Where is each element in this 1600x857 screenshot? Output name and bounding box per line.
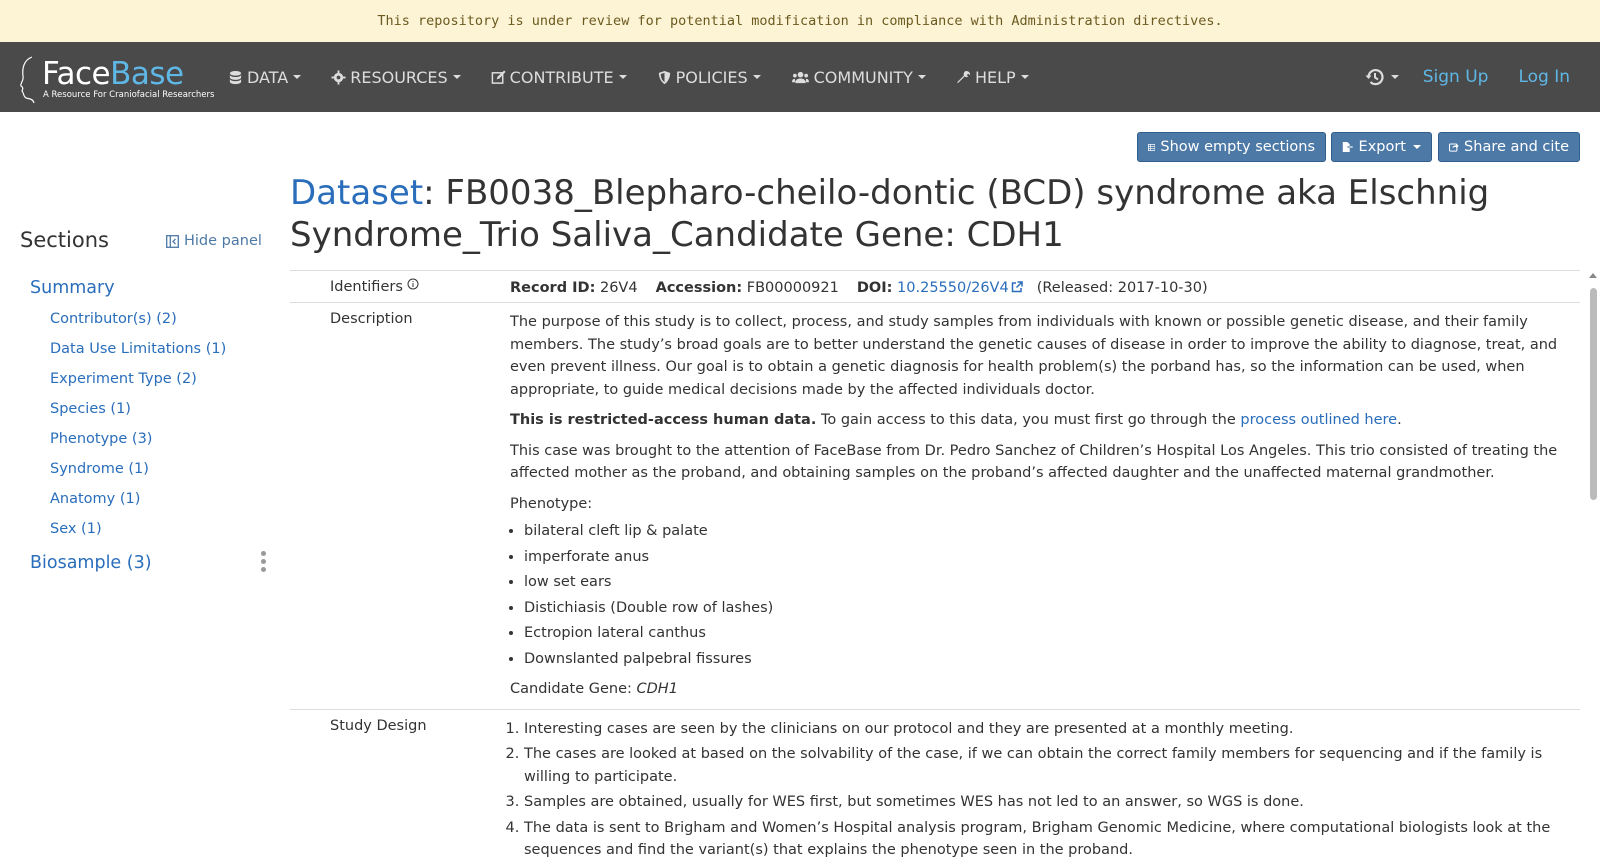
signup-link[interactable]: Sign Up — [1423, 67, 1489, 87]
table-icon — [1148, 143, 1156, 151]
record-table: Identifiers Record ID: 26V4 Accession: FB… — [290, 270, 1580, 857]
face-profile-icon — [20, 56, 35, 104]
nav-help[interactable]: HELP — [956, 68, 1029, 87]
list-item: The data is sent to Brigham and Women’s … — [524, 817, 1560, 857]
wrench-icon — [957, 70, 971, 83]
list-item: Samples are obtained, usually for WES fi… — [524, 791, 1560, 814]
nav-right: Sign Up Log In — [1364, 42, 1600, 112]
nav-policies[interactable]: POLICIES — [657, 68, 761, 87]
facebase-logo[interactable]: FaceBase A Resource For Craniofacial Res… — [18, 56, 214, 104]
show-empty-sections-button[interactable]: Show empty sections — [1137, 132, 1326, 162]
external-link-icon — [1011, 281, 1023, 293]
toc-anatomy[interactable]: Anatomy (1) — [50, 491, 140, 507]
nav-community[interactable]: COMMUNITY — [791, 68, 926, 87]
toc-sex[interactable]: Sex (1) — [50, 521, 102, 537]
top-navbar: FaceBase A Resource For Craniofacial Res… — [0, 42, 1600, 112]
share-cite-button[interactable]: Share and cite — [1438, 132, 1580, 162]
list-item: Downslanted palpebral fissures — [524, 647, 1560, 673]
toc-species[interactable]: Species (1) — [50, 401, 131, 417]
study-steps-list: Interesting cases are seen by the clinic… — [524, 718, 1560, 857]
phenotype-label: Phenotype: — [510, 495, 593, 512]
main-menu: DATA RESOURCES CONTRIBUTE POLICIES COMMU… — [228, 42, 1059, 112]
case-paragraph: This case was brought to the attention o… — [510, 442, 1558, 482]
study-design-value: Interesting cases are seen by the clinic… — [510, 710, 1580, 857]
edit-icon — [491, 69, 506, 84]
page-title: Dataset: FB0038_Blepharo-cheilo-dontic (… — [290, 173, 1490, 255]
description-row: Description The purpose of this study is… — [290, 303, 1580, 710]
panel-icon — [166, 234, 179, 248]
list-item: low set ears — [524, 570, 1560, 596]
share-icon — [1449, 143, 1459, 152]
toc-experiment-type[interactable]: Experiment Type (2) — [50, 371, 197, 387]
list-item: bilateral cleft lip & palate — [524, 519, 1560, 545]
login-link[interactable]: Log In — [1518, 67, 1570, 87]
list-item: imperforate anus — [524, 545, 1560, 571]
scroll-up-arrow[interactable] — [1589, 273, 1597, 278]
study-design-label: Study Design — [330, 717, 427, 734]
nav-contribute[interactable]: CONTRIBUTE — [491, 68, 627, 87]
nav-resources[interactable]: RESOURCES — [331, 68, 461, 87]
description-paragraph: The purpose of this study is to collect,… — [510, 314, 1558, 398]
toc-summary[interactable]: Summary — [30, 278, 115, 298]
file-export-icon — [1342, 142, 1354, 152]
users-icon — [791, 71, 809, 83]
identifiers-label: Identifiers — [330, 278, 419, 295]
database-icon — [229, 70, 242, 84]
description-label: Description — [330, 311, 413, 327]
main-content: Dataset: FB0038_Blepharo-cheilo-dontic (… — [290, 172, 1580, 256]
cog-icon — [331, 69, 346, 85]
info-icon[interactable] — [407, 278, 419, 290]
brand-tagline: A Resource For Craniofacial Researchers — [43, 90, 215, 100]
toc-biosample[interactable]: Biosample (3) — [30, 553, 152, 573]
export-dropdown-button[interactable]: Export — [1331, 132, 1432, 162]
description-value: The purpose of this study is to collect,… — [510, 303, 1580, 709]
sections-title: Sections — [20, 228, 109, 252]
history-dropdown[interactable] — [1364, 66, 1399, 88]
list-item: Ectropion lateral canthus — [524, 621, 1560, 647]
shield-icon — [658, 70, 670, 84]
access-note: This is restricted-access human data. To… — [510, 412, 1402, 428]
toc-contributors[interactable]: Contributor(s) (2) — [50, 311, 177, 327]
scroll-thumb[interactable] — [1590, 288, 1597, 500]
review-banner: This repository is under review for pote… — [0, 0, 1600, 42]
nav-data[interactable]: DATA — [228, 68, 302, 87]
history-icon — [1365, 69, 1384, 86]
list-item: The cases are looked at based on the sol… — [524, 743, 1560, 788]
hide-panel-button[interactable]: Hide panel — [166, 233, 262, 249]
phenotype-list: bilateral cleft lip & palate imperforate… — [524, 519, 1560, 672]
dataset-link[interactable]: Dataset — [290, 173, 423, 213]
candidate-gene: Candidate Gene: CDH1 — [510, 681, 678, 697]
toc-syndrome[interactable]: Syndrome (1) — [50, 461, 149, 477]
study-design-row: Study Design Interesting cases are seen … — [290, 710, 1580, 857]
toc-phenotype[interactable]: Phenotype (3) — [50, 431, 152, 447]
toc-data-use-limitations[interactable]: Data Use Limitations (1) — [50, 341, 226, 357]
doi-link[interactable]: 10.25550/26V4 — [897, 280, 1023, 296]
list-item: Interesting cases are seen by the clinic… — [524, 718, 1560, 741]
list-item: Distichiasis (Double row of lashes) — [524, 596, 1560, 622]
process-link[interactable]: process outlined here — [1240, 412, 1397, 428]
content-scrollbar[interactable] — [1587, 270, 1600, 857]
identifiers-row: Identifiers Record ID: 26V4 Accession: FB… — [290, 271, 1580, 303]
brand-name: FaceBase — [42, 56, 184, 92]
resize-handle[interactable] — [261, 551, 267, 575]
